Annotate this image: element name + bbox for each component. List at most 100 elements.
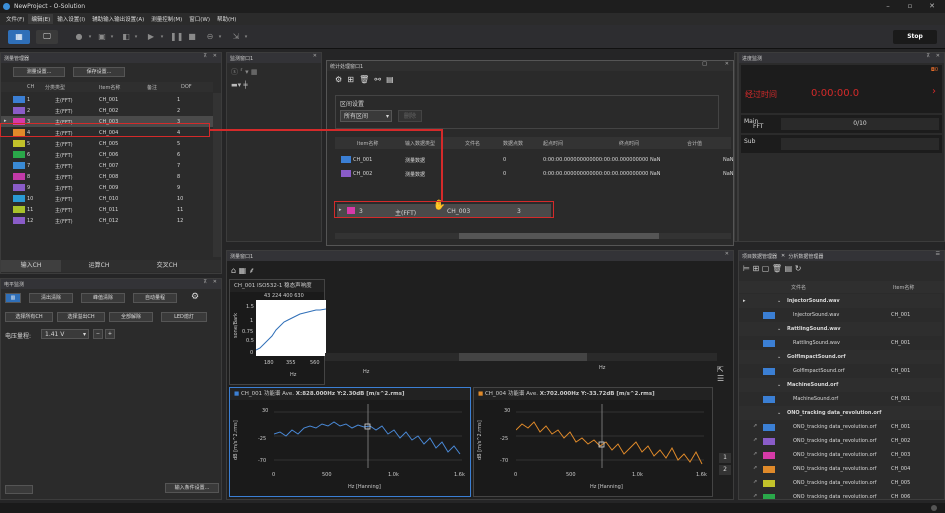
- list-icon[interactable]: ☰: [717, 374, 724, 383]
- close-icon[interactable]: ✕: [725, 251, 729, 257]
- pin-icon[interactable]: ⇗: [753, 451, 757, 457]
- col-note[interactable]: 备注: [147, 84, 157, 91]
- list-item[interactable]: RattlingSound.wav CH_001: [739, 336, 942, 350]
- minimize-icon[interactable]: □: [702, 61, 707, 67]
- plus-button[interactable]: +: [105, 329, 115, 339]
- table-row[interactable]: CH_002 测量数据 0 0:00:00.000000000000:00:00…: [335, 167, 734, 180]
- clear-overflow-button[interactable]: 清出清除: [29, 293, 73, 303]
- table-row[interactable]: 8 主(FFT) CH_008 8: [1, 171, 213, 182]
- table-icon[interactable]: ▤: [386, 75, 394, 84]
- settings-icon[interactable]: ⊖: [204, 30, 216, 44]
- list-item[interactable]: ⌄ GolfImpactSound.orf: [739, 350, 942, 364]
- record-icon[interactable]: ●: [72, 30, 86, 44]
- table-row[interactable]: 2 主(FFT) CH_002 2: [1, 105, 213, 116]
- led-off-button[interactable]: LED熄灯: [161, 312, 207, 322]
- pin-icon[interactable]: ⊼: [203, 53, 207, 59]
- table-row[interactable]: 10 主(FFT) CH_010 10: [1, 193, 213, 204]
- col-data-points[interactable]: 数据点数: [503, 140, 523, 147]
- chevron-down-icon[interactable]: ▾: [158, 30, 166, 44]
- chevron-down-icon[interactable]: ▾: [242, 30, 250, 44]
- play-icon[interactable]: ▶: [144, 30, 158, 44]
- ch001-power-spectrum-graph[interactable]: ■ CH_001 功能谱 Ave. X:828.000Hz Y:2.30dB […: [229, 387, 471, 497]
- close-icon[interactable]: ✕: [725, 61, 729, 67]
- chevron-down-icon[interactable]: ⌄: [777, 410, 781, 416]
- auto-range-button[interactable]: 自动量程: [133, 293, 177, 303]
- pin-icon[interactable]: ⇗: [753, 479, 757, 485]
- grid-icon[interactable]: ▦: [239, 266, 247, 275]
- col-file-name[interactable]: 文件名: [465, 140, 480, 147]
- col-type[interactable]: 分类类型: [45, 84, 65, 91]
- col-dof[interactable]: DOF: [181, 84, 192, 90]
- pin-icon[interactable]: ⇗: [753, 423, 757, 429]
- minimize-icon[interactable]: –: [877, 0, 899, 13]
- close-icon[interactable]: ✕: [213, 279, 217, 285]
- pin-icon[interactable]: ⇗: [753, 493, 757, 499]
- gear-icon[interactable]: ⚙: [335, 75, 342, 84]
- pin-icon[interactable]: ⇗: [753, 437, 757, 443]
- col-file-name[interactable]: 文件名: [791, 284, 806, 291]
- chevron-down-icon[interactable]: ▾: [86, 30, 94, 44]
- export-icon[interactable]: ⇲: [230, 30, 242, 44]
- list-item[interactable]: ⇗ ONO_tracking data_revolution.orf CH_00…: [739, 490, 942, 499]
- link-icon[interactable]: ⚯: [374, 75, 381, 84]
- table-row[interactable]: 12 主(FFT) CH_012 12: [1, 215, 213, 226]
- select-all-ch-button[interactable]: 选择所有CH: [5, 312, 53, 322]
- page-2[interactable]: 2: [719, 465, 731, 475]
- measure-mode-icon[interactable]: ▦: [8, 30, 30, 44]
- menu-file[interactable]: 文件(F): [3, 14, 27, 24]
- save-settings-button[interactable]: 保存设置...: [73, 67, 125, 77]
- chart-tool-icon[interactable]: ▬▾ ╪: [231, 81, 248, 89]
- hidden-scroll[interactable]: [325, 353, 717, 361]
- pin-icon[interactable]: ⊼: [203, 279, 207, 285]
- page-1[interactable]: 1: [719, 453, 731, 463]
- table-icon[interactable]: ▤: [785, 264, 793, 273]
- ch004-power-spectrum-graph[interactable]: ■ CH_004 功能谱 Ave. X:702.000Hz Y:-33.72dB…: [473, 387, 713, 497]
- horizontal-scrollbar[interactable]: [335, 233, 731, 239]
- table-row[interactable]: 1 主(FFT) CH_001 1: [1, 94, 213, 105]
- list-item[interactable]: InjectorSound.wav CH_001: [739, 308, 942, 322]
- table-row[interactable]: 11 主(FFT) CH_011 11: [1, 204, 213, 215]
- chevron-down-icon[interactable]: ▾: [132, 30, 140, 44]
- menu-window[interactable]: 窗口(W): [186, 14, 213, 24]
- stop-icon[interactable]: ■: [186, 30, 198, 44]
- chevron-down-icon[interactable]: ▾: [108, 30, 116, 44]
- chevron-down-icon[interactable]: ⌄: [777, 354, 781, 360]
- pin-icon[interactable]: ⇗: [753, 465, 757, 471]
- import-icon[interactable]: ⊞: [347, 75, 354, 84]
- save-icon[interactable]: ▣: [96, 30, 108, 44]
- close-icon[interactable]: ✕: [313, 53, 317, 59]
- release-all-button[interactable]: 全部解除: [109, 312, 153, 322]
- monitor-mode-icon[interactable]: 🖵: [36, 30, 58, 44]
- menu-measure-control[interactable]: 测量控制(M): [148, 14, 185, 24]
- list-item[interactable]: ⇗ ONO_tracking data_revolution.orf CH_00…: [739, 448, 942, 462]
- col-total[interactable]: 合计值: [687, 140, 702, 147]
- col-start-time[interactable]: 起点时间: [543, 140, 563, 147]
- col-item-name[interactable]: Item名称: [893, 284, 914, 291]
- chevron-down-icon[interactable]: ▾: [216, 30, 224, 44]
- stop-button[interactable]: Stop: [893, 30, 937, 44]
- tab-analysis-data[interactable]: 分析数据管理器: [788, 253, 823, 260]
- trash-icon[interactable]: 🗑: [772, 264, 782, 273]
- loudness-graph[interactable]: CH_001 ISO532-1 稳态声响度 43 224 400 630 son…: [229, 279, 326, 385]
- pin-icon[interactable]: ⊼: [926, 53, 930, 59]
- close-icon[interactable]: ✕: [781, 253, 785, 259]
- chevron-down-icon[interactable]: ⌄: [777, 326, 781, 332]
- chevron-down-icon[interactable]: ⌄: [777, 298, 781, 304]
- list-item[interactable]: ⇗ ONO_tracking data_revolution.orf CH_00…: [739, 434, 942, 448]
- refresh-icon[interactable]: ↻: [795, 264, 802, 273]
- minus-button[interactable]: −: [93, 329, 103, 339]
- table-row[interactable]: CH_001 测量数据 0 0:00:00.000000000000:00:00…: [335, 153, 734, 166]
- layers-icon[interactable]: ◧: [120, 30, 132, 44]
- trash-icon[interactable]: 🗑: [359, 75, 369, 84]
- list-item[interactable]: MachineSound.orf CH_001: [739, 392, 942, 406]
- menu-icon[interactable]: ☰: [936, 251, 940, 257]
- table-row[interactable]: 7 主(FFT) CH_007 7: [1, 160, 213, 171]
- level-meter-icon[interactable]: ▥: [5, 293, 21, 303]
- import-icon[interactable]: ⊞: [753, 264, 760, 273]
- view-toggle[interactable]: [5, 485, 33, 494]
- table-row[interactable]: 5 主(FFT) CH_005 5: [1, 138, 213, 149]
- tab-calc-ch[interactable]: 运算CH: [69, 260, 129, 272]
- list-item[interactable]: ⇗ ONO_tracking data_revolution.orf CH_00…: [739, 476, 942, 490]
- home-icon[interactable]: ⌂: [231, 266, 236, 275]
- chevron-down-icon[interactable]: ⌄: [777, 382, 781, 388]
